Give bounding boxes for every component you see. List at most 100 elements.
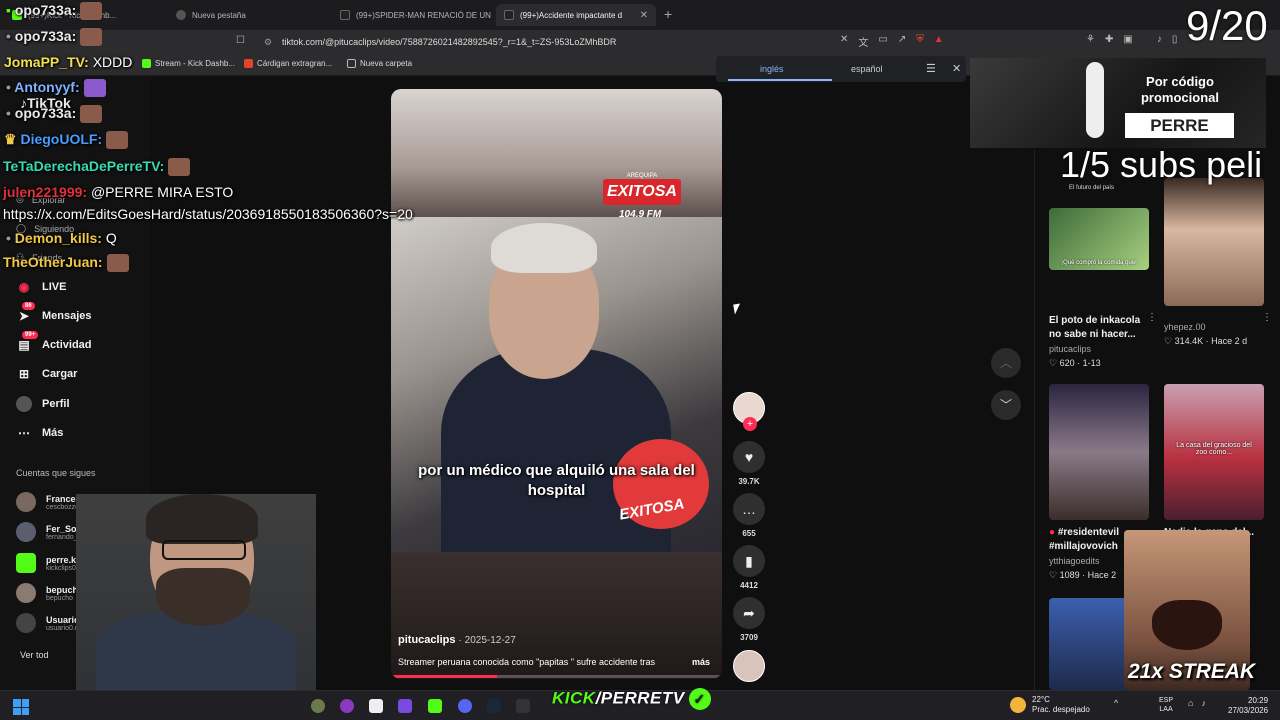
sidebar-toggle-icon[interactable]: ▯	[1172, 34, 1178, 45]
promo-code: PERRE	[1125, 113, 1234, 138]
previous-video-chevron-up-icon[interactable]: ︿	[991, 348, 1021, 378]
nav-more[interactable]: ⋯ Más	[16, 425, 63, 441]
subs-goal: 1/5 subs peli	[1060, 144, 1263, 185]
discord-icon[interactable]	[458, 699, 472, 713]
translate-icon[interactable]: 文	[858, 34, 868, 49]
comment-button[interactable]: … 655	[732, 493, 766, 538]
bookmark-cardigan[interactable]: Cárdigan extragran...	[244, 59, 332, 68]
video-progress-bar[interactable]	[391, 675, 722, 678]
browser-tab-spiderman[interactable]: (99+)SPIDER-MAN RENACIÓ DE UN	[332, 4, 494, 26]
site-info-icon[interactable]: ⚙	[264, 34, 272, 50]
bookmark-icon[interactable]: ☐	[236, 35, 245, 46]
nav-label: Más	[42, 427, 64, 439]
bookmark-folder[interactable]: Nueva carpeta	[347, 59, 412, 68]
translate-source-tab[interactable]: inglés	[760, 64, 784, 74]
avatar	[16, 522, 36, 542]
more-link[interactable]: más	[692, 657, 710, 667]
close-icon[interactable]: ✕	[952, 62, 961, 75]
card-date: 1-13	[1082, 358, 1101, 368]
following-account[interactable]: bepucho bepucho	[16, 583, 84, 603]
tab-label: Nueva pestaña	[192, 10, 246, 20]
save-count: 4412	[740, 581, 758, 590]
video-player[interactable]: AREQUIPA EXITOSA 104.9 FM EXITOSA por un…	[391, 89, 722, 679]
creator-avatar-button[interactable]: +	[732, 392, 766, 431]
channel-name: /PERRETV	[595, 688, 685, 708]
bookmark-kick[interactable]: Stream - Kick Dashb...	[142, 59, 235, 68]
kick-avatar-icon	[16, 553, 36, 573]
avatar	[16, 583, 36, 603]
network-icon[interactable]: ⌂	[1188, 698, 1193, 708]
app-icon[interactable]	[340, 699, 354, 713]
notification-badge: 86	[22, 302, 35, 310]
nav-upload[interactable]: ⊞ Cargar	[16, 366, 78, 382]
chevron-up-icon[interactable]: ^	[1114, 698, 1118, 708]
nav-explore[interactable]: ◎ Explorar	[16, 194, 65, 205]
translate-target-tab[interactable]: español	[851, 64, 883, 74]
card-likes: 314.4K	[1174, 336, 1204, 346]
volume-icon[interactable]: ♪	[1201, 698, 1206, 708]
screen-icon[interactable]: ▭	[878, 34, 887, 49]
avatar	[16, 613, 36, 633]
messages-icon: ➤ 86	[16, 302, 35, 324]
app-icon[interactable]	[311, 699, 325, 713]
share-icon[interactable]: ↗	[898, 34, 906, 49]
nav-friends[interactable]: ⚇ Friends	[16, 252, 62, 263]
windows-start-icon[interactable]	[13, 699, 29, 715]
more-icon: ⋯	[18, 426, 30, 440]
steam-icon[interactable]	[487, 699, 501, 713]
card-title: #residentevil #millajovovich	[1049, 527, 1119, 552]
video-thumbnail	[1164, 178, 1264, 306]
video-progress-fill	[391, 675, 497, 678]
related-video-card[interactable]: La casa del gracioso del zoo como... Nad…	[1164, 384, 1264, 540]
brave-shield-icon[interactable]: ⛨	[916, 34, 924, 49]
language-indicator[interactable]: ESP LAA	[1159, 696, 1173, 714]
more-options-icon[interactable]: ⋮	[1147, 312, 1157, 323]
folder-icon	[347, 59, 356, 68]
wallet-icon[interactable]: ▣	[1123, 34, 1132, 45]
system-clock[interactable]: 20:29 27/03/2026	[1228, 696, 1268, 716]
panel-divider	[1034, 150, 1035, 690]
browser-tab-kick[interactable]: (99+)Kick - Kick Dashb...	[4, 4, 160, 26]
puzzle-icon[interactable]: ✚	[1105, 34, 1113, 45]
next-video-chevron-down-icon[interactable]: ﹀	[991, 390, 1021, 420]
see-all-link[interactable]: Ver tod	[20, 650, 49, 660]
browser-tab-active[interactable]: (99+)Accidente impactante d ✕	[496, 4, 656, 26]
heart-icon: ♥	[733, 441, 765, 473]
nav-messages[interactable]: ➤ 86 Mensajes	[16, 302, 92, 324]
video-author[interactable]: pitucaclips	[398, 634, 455, 646]
kick-icon[interactable]	[428, 699, 442, 713]
terminal-icon[interactable]	[516, 699, 530, 713]
mute-icon[interactable]: ✕	[840, 34, 848, 49]
more-options-icon[interactable]: ⋮	[1262, 312, 1272, 323]
browser-tab-new[interactable]: Nueva pestaña	[168, 4, 328, 26]
friends-icon: ⚇	[16, 252, 25, 262]
card-user[interactable]: pitucaclips	[1049, 344, 1149, 354]
app-icon[interactable]	[369, 699, 383, 713]
music-icon[interactable]: ♪	[1157, 34, 1162, 45]
save-button[interactable]: ▮ 4412	[732, 545, 766, 590]
card-user[interactable]: yhepez.00	[1164, 322, 1264, 332]
url-text: tiktok.com/@pitucaclips/video/7588726021…	[282, 37, 617, 47]
app-icon[interactable]	[398, 699, 412, 713]
lang-top: ESP	[1159, 697, 1174, 704]
follow-plus-icon[interactable]: +	[743, 417, 757, 431]
close-tab-icon[interactable]: ✕	[640, 10, 648, 21]
music-disc-button[interactable]	[732, 650, 766, 682]
share-button[interactable]: ➦ 3709	[732, 597, 766, 642]
video-description: Streamer peruana conocida como "papitas …	[398, 657, 656, 667]
nav-activity[interactable]: ▤ 99+ Actividad	[16, 331, 92, 353]
streamer-webcam	[76, 494, 316, 690]
related-video-card[interactable]: yhepez.00 ♡ 314.4K · Hace 2 d ⋮	[1164, 178, 1272, 347]
new-tab-icon[interactable]: +	[664, 6, 672, 22]
rewards-icon[interactable]: ▲	[934, 34, 944, 49]
weather-widget[interactable]: 22°C Prac. despejado	[1010, 695, 1090, 715]
video-thumbnail[interactable]	[1049, 598, 1129, 690]
extensions-icon[interactable]: ⚘	[1086, 34, 1095, 45]
like-button[interactable]: ♥ 39.7K	[732, 441, 766, 486]
nav-live[interactable]: ◉ LIVE	[16, 279, 67, 295]
menu-icon[interactable]: ☰	[926, 62, 936, 75]
nav-following[interactable]: ◯ Siguiendo	[16, 223, 74, 234]
thumbnail-text: ¡Qué compró la comida que!	[1061, 260, 1137, 266]
nav-profile[interactable]: Perfil	[16, 396, 70, 412]
related-video-card[interactable]: ¡Qué compró la comida que! El poto de in…	[1049, 208, 1157, 369]
